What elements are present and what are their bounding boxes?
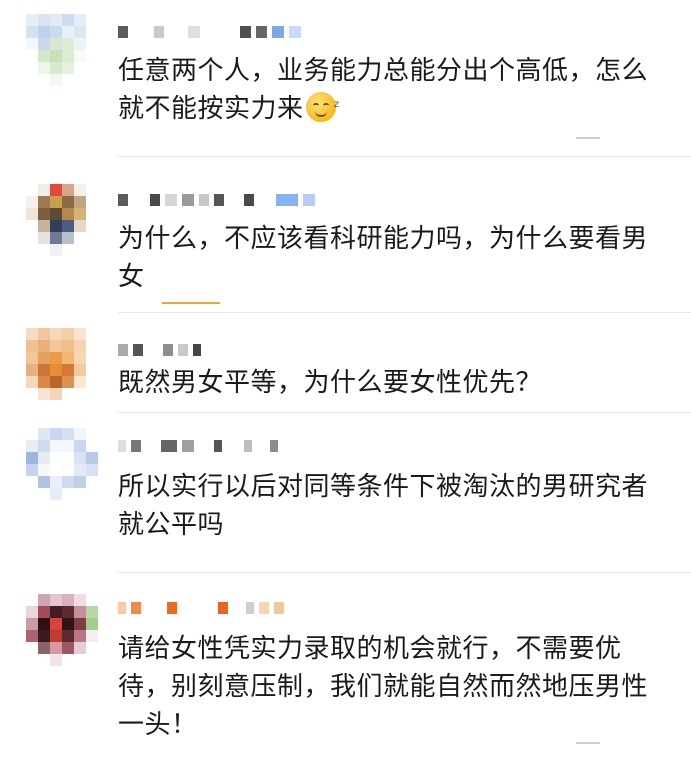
username-blurred[interactable]: [118, 340, 201, 360]
user-avatar[interactable]: [26, 14, 98, 86]
comment-text: 所以实行以后对同等条件下被淘汰的男研究者就公平吗: [118, 472, 649, 540]
username-blurred[interactable]: [118, 22, 301, 42]
user-avatar[interactable]: [26, 328, 98, 400]
comment-divider: [118, 572, 691, 573]
user-avatar[interactable]: [26, 594, 98, 666]
comment-text: 为什么，不应该看科研能力吗，为什么要看男女: [118, 224, 649, 292]
comment-text: 请给女性凭实力录取的机会就行，不需要优待，别刻意压制，我们就能自然而然地压男性一…: [118, 634, 649, 740]
action-bar-indicator: [576, 137, 600, 139]
comment-text: 任意两个人，业务能力总能分出个高低，怎么就不能按实力来 z: [118, 52, 666, 128]
user-avatar[interactable]: [26, 184, 98, 256]
action-bar-indicator: [576, 742, 600, 744]
username-blurred[interactable]: [118, 436, 278, 456]
username-blurred[interactable]: [118, 598, 284, 618]
comment-divider: [118, 412, 691, 413]
username-blurred[interactable]: [118, 190, 315, 210]
comment-text: 既然男女平等，为什么要女性优先？: [118, 368, 543, 398]
zzz-sleepy-face-icon: z: [305, 92, 339, 122]
comment-text-content: 任意两个人，业务能力总能分出个高低，怎么就不能按实力来: [118, 56, 649, 124]
comment-divider: [118, 156, 691, 157]
highlight-underline: [162, 302, 220, 304]
user-avatar[interactable]: [26, 428, 98, 500]
comment-divider: [118, 312, 691, 313]
